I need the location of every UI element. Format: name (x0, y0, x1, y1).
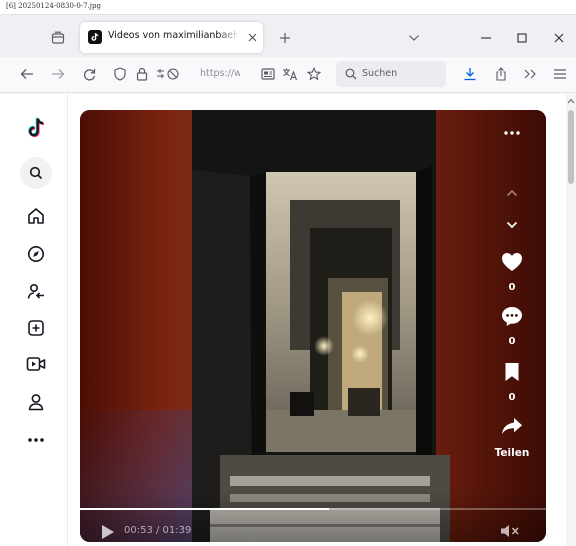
share-page-icon[interactable] (490, 63, 512, 85)
tiktok-logo-icon[interactable] (20, 112, 52, 144)
heart-icon[interactable] (494, 250, 530, 274)
page-content: 00:53 / 01:39 0 0 0 Teilen (0, 94, 576, 546)
page-scrollbar[interactable] (566, 94, 576, 546)
like-count: 0 (508, 281, 516, 293)
more-options-icon[interactable] (494, 122, 530, 144)
chevron-up-icon[interactable] (494, 182, 530, 204)
comment-icon[interactable] (494, 304, 530, 328)
share-icon[interactable] (494, 414, 530, 438)
progress-fill (80, 508, 330, 510)
comment-count: 0 (508, 335, 516, 347)
video-frame (80, 110, 546, 542)
search-icon (342, 65, 360, 83)
muted-speaker-icon[interactable] (498, 521, 524, 541)
reader-view-icon[interactable] (258, 64, 278, 84)
bookmark-icon[interactable] (494, 360, 530, 384)
download-icon[interactable] (459, 63, 481, 85)
browser-window: Videos von maximilianbaehring (0, 14, 576, 546)
search-icon[interactable] (20, 157, 52, 189)
new-tab-icon[interactable] (273, 26, 297, 50)
scroll-up-icon[interactable] (567, 96, 575, 106)
search-box[interactable]: Suchen (336, 61, 446, 87)
translate-icon[interactable] (280, 64, 300, 84)
chevron-down-icon[interactable] (402, 26, 426, 50)
chevron-down-icon[interactable] (494, 214, 530, 236)
play-icon[interactable] (98, 522, 118, 542)
upload-icon[interactable] (20, 312, 52, 344)
overflow-chevrons-icon[interactable] (519, 63, 541, 85)
reload-icon[interactable] (78, 63, 100, 85)
hamburger-menu-icon[interactable] (549, 63, 571, 85)
maximize-icon[interactable] (510, 26, 534, 50)
video-player[interactable]: 00:53 / 01:39 0 0 0 Teilen (80, 110, 546, 542)
tab-bar: Videos von maximilianbaehring (0, 15, 576, 57)
home-icon[interactable] (20, 200, 52, 232)
share-label: Teilen (494, 447, 530, 459)
image-caption: [6] 20250124-0830-0-7.jpg (6, 2, 101, 10)
permissions-icon[interactable] (154, 64, 184, 84)
save-count: 0 (508, 391, 516, 403)
minimize-icon[interactable] (474, 26, 498, 50)
lock-icon[interactable] (132, 64, 152, 84)
url-bar[interactable]: https://ww (106, 61, 332, 87)
explore-icon[interactable] (20, 238, 52, 270)
forward-arrow-icon[interactable] (47, 63, 69, 85)
close-tab-icon[interactable] (244, 28, 260, 46)
profile-icon[interactable] (20, 386, 52, 418)
active-tab[interactable]: Videos von maximilianbaehring (80, 22, 263, 53)
url-text[interactable]: https://ww (200, 68, 240, 79)
bookmark-star-icon[interactable] (304, 64, 324, 84)
navigation-toolbar: https://ww Suchen (0, 57, 576, 93)
more-icon[interactable] (20, 424, 52, 456)
progress-bar[interactable] (80, 508, 546, 510)
back-arrow-icon[interactable] (16, 63, 38, 85)
following-icon[interactable] (20, 276, 52, 308)
search-placeholder: Suchen (362, 68, 398, 79)
scrollbar-thumb[interactable] (568, 110, 574, 184)
tracking-shield-icon[interactable] (110, 64, 130, 84)
tab-list-icon[interactable] (46, 26, 70, 50)
tiktok-sidebar (0, 94, 68, 546)
time-display: 00:53 / 01:39 (124, 525, 192, 536)
tiktok-favicon-icon (88, 30, 102, 44)
live-icon[interactable] (20, 348, 52, 380)
tab-title-fade (218, 26, 240, 48)
window-close-icon[interactable] (547, 26, 571, 50)
